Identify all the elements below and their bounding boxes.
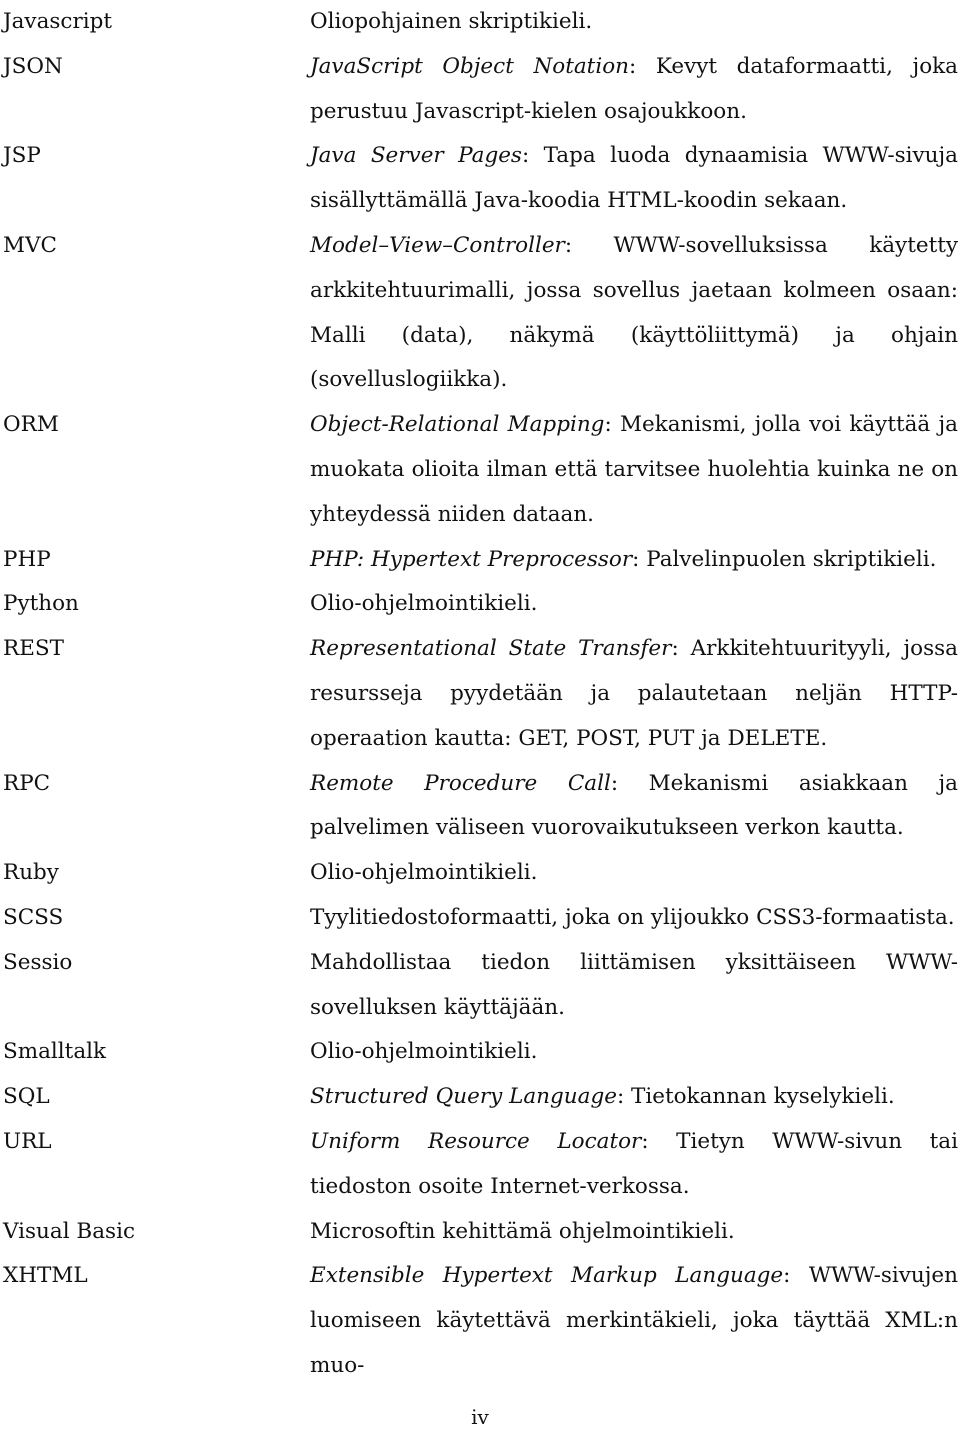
- glossary-definition-text: Mahdollistaa tiedon liittämisen yksittäi…: [310, 949, 958, 1020]
- glossary-definition-text: : Palvelinpuolen skriptikieli.: [632, 546, 937, 572]
- glossary-definition: Structured Query Language: Tietokannan k…: [310, 1075, 958, 1120]
- page-number: iv: [471, 1405, 489, 1429]
- glossary-expansion: Model–View–Controller: [310, 232, 565, 258]
- glossary-term: Visual Basic: [3, 1218, 136, 1244]
- glossary-definition: Olio-ohjelmointikieli.: [310, 1030, 958, 1075]
- glossary-entry: ORM Object-Relational Mapping: Mekanismi,…: [0, 403, 960, 537]
- document-page: Javascript Oliopohjainen skriptikieli. JSO…: [0, 0, 960, 1455]
- glossary-definition: Representational State Transfer: Arkkite…: [310, 627, 958, 761]
- glossary-expansion: Extensible Hypertext Markup Language: [310, 1263, 784, 1289]
- glossary-term: PHP: [3, 546, 51, 572]
- glossary-term: Python: [3, 591, 79, 617]
- glossary-term: RPC: [3, 770, 51, 796]
- glossary-entry: SQL Structured Query Language: Tietokanna…: [0, 1075, 960, 1120]
- glossary-entry: Sessio Mahdollistaa tiedon liittämisen yk…: [0, 941, 960, 1031]
- glossary-term: XHTML: [3, 1263, 88, 1289]
- glossary-entry: RPC Remote Procedure Call: Mekanismi asia…: [0, 762, 960, 852]
- glossary-definition: Oliopohjainen skriptikieli.: [310, 0, 958, 45]
- glossary-term: URL: [3, 1128, 52, 1154]
- glossary-entry: JSP Java Server Pages: Tapa luoda dynaami…: [0, 134, 960, 224]
- glossary-entry: REST Representational State Transfer: Ark…: [0, 627, 960, 761]
- glossary-term: MVC: [3, 232, 57, 258]
- glossary-expansion: Java Server Pages: [310, 143, 522, 169]
- glossary-definition-text: Olio-ohjelmointikieli.: [310, 860, 538, 886]
- glossary-definition: JavaScript Object Notation: Kevyt datafo…: [310, 45, 958, 135]
- glossary-expansion: Object-Relational Mapping: [310, 412, 605, 438]
- glossary-entry: Smalltalk Olio-ohjelmointikieli.: [0, 1030, 960, 1075]
- glossary-definition: Remote Procedure Call: Mekanismi asiakka…: [310, 762, 958, 852]
- glossary-term: SCSS: [3, 904, 64, 930]
- glossary-definition-text: Oliopohjainen skriptikieli.: [310, 9, 593, 34]
- glossary-term: SQL: [3, 1084, 50, 1110]
- glossary-entry: MVC Model–View–Controller: WWW-sovelluksi…: [0, 224, 960, 403]
- glossary-expansion: Uniform Resource Locator: [310, 1128, 642, 1154]
- glossary-term: JSON: [3, 53, 63, 79]
- glossary-definition: Mahdollistaa tiedon liittämisen yksittäi…: [310, 941, 958, 1031]
- glossary-entry: Javascript Oliopohjainen skriptikieli.: [0, 0, 960, 45]
- glossary-term: REST: [3, 636, 64, 662]
- glossary-definition: Extensible Hypertext Markup Language: WW…: [310, 1254, 958, 1388]
- glossary-definition-text: Olio-ohjelmointikieli.: [310, 1039, 538, 1065]
- glossary-term: Smalltalk: [3, 1039, 107, 1065]
- glossary-definition: Uniform Resource Locator: Tietyn WWW-siv…: [310, 1120, 958, 1210]
- glossary-definition: Olio-ohjelmointikieli.: [310, 851, 958, 896]
- glossary-term: Sessio: [3, 949, 73, 975]
- glossary-definition: Model–View–Controller: WWW-sovelluksissa…: [310, 224, 958, 403]
- glossary-definition-text: Microsoftin kehittämä ohjelmointikieli.: [310, 1218, 735, 1244]
- glossary-term: Javascript: [3, 9, 113, 34]
- glossary-definition-text: Olio-ohjelmointikieli.: [310, 591, 538, 617]
- glossary-expansion: JavaScript Object Notation: [310, 53, 629, 79]
- glossary-entry: Visual Basic Microsoftin kehittämä ohjelm…: [0, 1210, 960, 1255]
- glossary-entry: SCSS Tyylitiedostoformaatti, joka on ylij…: [0, 896, 960, 941]
- glossary-definition-text: Tyylitiedostoformaatti, joka on ylijoukk…: [310, 904, 955, 930]
- glossary-entry: Python Olio-ohjelmointikieli.: [0, 582, 960, 627]
- glossary-expansion: Remote Procedure Call: [310, 770, 611, 796]
- glossary-definition: Microsoftin kehittämä ohjelmointikieli.: [310, 1210, 958, 1255]
- glossary-expansion: PHP: Hypertext Preprocessor: [310, 546, 633, 572]
- glossary-term: ORM: [3, 412, 59, 438]
- glossary-entry: URL Uniform Resource Locator: Tietyn WWW-…: [0, 1120, 960, 1210]
- glossary-entry: JSON JavaScript Object Notation: Kevyt da…: [0, 45, 960, 135]
- glossary-entry: PHP PHP: Hypertext Preprocessor: Palvelin…: [0, 538, 960, 583]
- glossary-definition: Olio-ohjelmointikieli.: [310, 582, 958, 627]
- glossary-term: Ruby: [3, 860, 59, 886]
- glossary-expansion: Structured Query Language: [310, 1084, 617, 1110]
- glossary-definition: PHP: Hypertext Preprocessor: Palvelinpuo…: [310, 538, 958, 583]
- glossary-expansion: Representational State Transfer: [310, 636, 672, 662]
- glossary-term: JSP: [3, 143, 41, 169]
- glossary-definition-text: : Tietokannan kyselykieli.: [616, 1084, 895, 1110]
- glossary-entry: XHTML Extensible Hypertext Markup Languag…: [0, 1254, 960, 1388]
- glossary-list: Javascript Oliopohjainen skriptikieli. JSO…: [0, 0, 960, 1389]
- glossary-definition: Object-Relational Mapping: Mekanismi, jo…: [310, 403, 958, 537]
- glossary-definition: Java Server Pages: Tapa luoda dynaamisia…: [310, 134, 958, 224]
- glossary-definition: Tyylitiedostoformaatti, joka on ylijoukk…: [310, 896, 958, 941]
- glossary-entry: Ruby Olio-ohjelmointikieli.: [0, 851, 960, 896]
